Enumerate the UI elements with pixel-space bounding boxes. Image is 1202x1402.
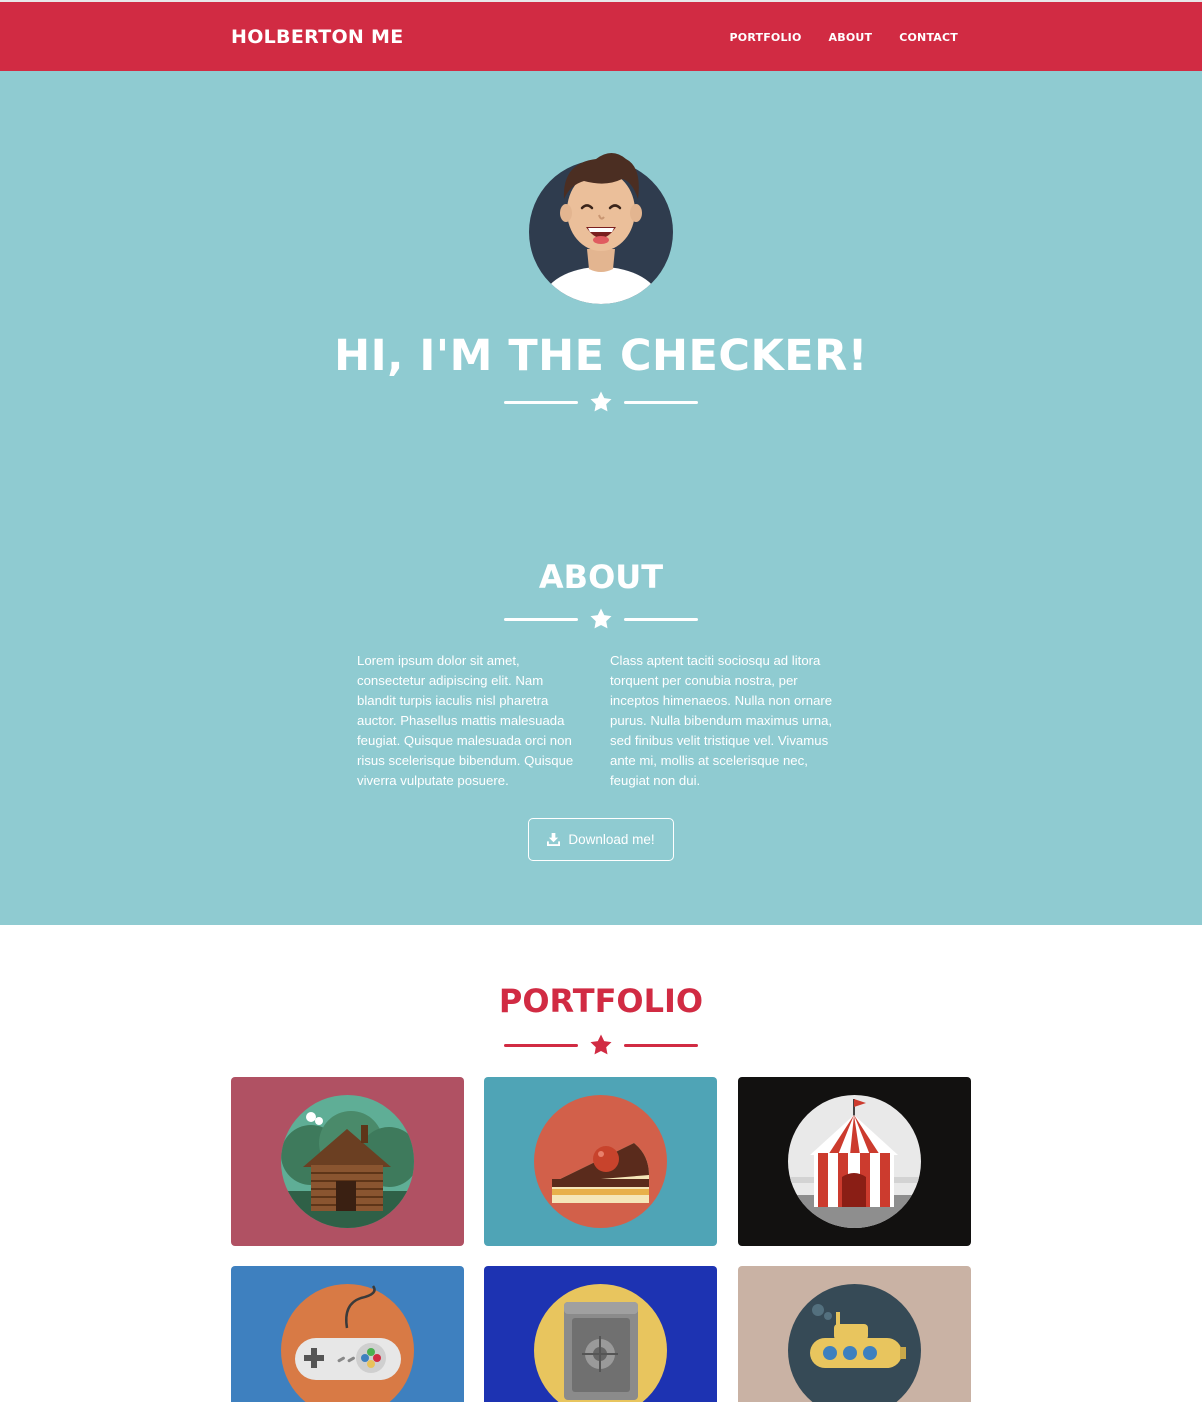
download-button-label: Download me! xyxy=(568,832,655,847)
portfolio-item-submarine[interactable] xyxy=(738,1266,971,1402)
about-title: ABOUT xyxy=(538,558,664,596)
nav-link-about[interactable]: ABOUT xyxy=(829,31,873,44)
portfolio-item-controller[interactable] xyxy=(231,1266,464,1402)
navbar: HOLBERTON ME PORTFOLIO ABOUT CONTACT xyxy=(0,0,1202,71)
brand-logo[interactable]: HOLBERTON ME xyxy=(231,26,404,48)
submarine-icon xyxy=(788,1284,921,1402)
portfolio-title: PORTFOLIO xyxy=(498,982,704,1020)
about-text-right: Class aptent taciti sociosqu ad litora t… xyxy=(610,653,833,788)
portfolio-star-divider xyxy=(501,1031,701,1059)
about-star-divider xyxy=(501,605,701,633)
star-icon xyxy=(590,1034,612,1055)
portfolio-item-cake[interactable] xyxy=(484,1077,717,1246)
hero-title: HI, I'M THE CHECKER! xyxy=(334,331,868,381)
avatar-image xyxy=(529,153,673,304)
cabin-icon xyxy=(281,1095,414,1228)
nav-link-portfolio[interactable]: PORTFOLIO xyxy=(730,31,802,44)
nav-links: PORTFOLIO ABOUT CONTACT xyxy=(730,31,958,44)
download-icon xyxy=(547,833,561,846)
game-controller-icon xyxy=(281,1284,414,1402)
download-button[interactable]: Download me! xyxy=(528,818,674,861)
safe-icon xyxy=(534,1284,667,1402)
portfolio-item-cabin[interactable] xyxy=(231,1077,464,1246)
star-icon xyxy=(590,391,612,412)
portfolio-item-circus[interactable] xyxy=(738,1077,971,1246)
nav-link-contact[interactable]: CONTACT xyxy=(899,31,958,44)
cake-icon xyxy=(534,1095,667,1228)
hero-star-divider xyxy=(501,388,701,416)
circus-tent-icon xyxy=(788,1095,921,1228)
portfolio-item-safe[interactable] xyxy=(484,1266,717,1402)
about-text-left: Lorem ipsum dolor sit amet, consectetur … xyxy=(357,653,574,788)
star-icon xyxy=(590,608,612,629)
hero-section: HI, I'M THE CHECKER! ABOUT Lorem ipsum d… xyxy=(0,71,1202,925)
